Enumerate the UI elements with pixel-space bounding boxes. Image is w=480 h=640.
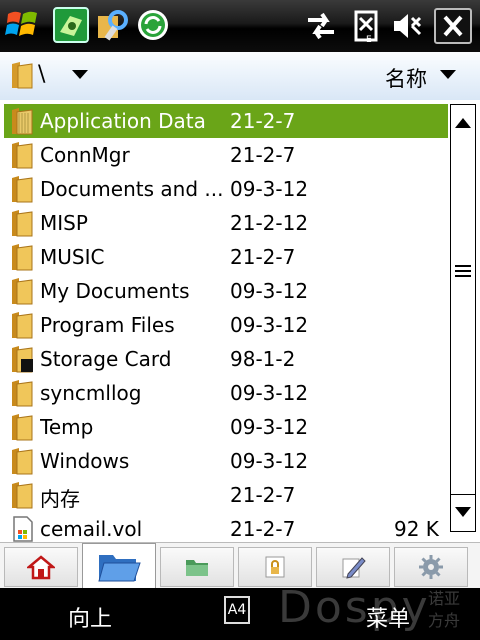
file-date: 21-2-7 [230,109,296,133]
watermark-cn-top: 诺亚 [428,589,461,608]
file-row[interactable]: Windows 09-3-12 [4,444,448,478]
file-row[interactable]: Storage Card 98-1-2 [4,342,448,376]
file-row[interactable]: MISP 21-2-12 [4,206,448,240]
folder-icon [10,413,36,441]
current-path[interactable]: \ [38,62,45,87]
tab-edit[interactable] [316,547,390,587]
file-date: 98-1-2 [230,347,296,371]
file-icon [10,515,36,543]
file-row[interactable]: Application Data 21-2-7 [4,104,448,138]
file-row[interactable]: syncmllog 09-3-12 [4,376,448,410]
watermark-cn-bottom: 方舟 [428,611,461,630]
path-bar: \ 名称 [0,52,480,101]
file-name: MUSIC [40,245,105,269]
file-date: 21-2-12 [230,211,309,235]
file-date: 09-3-12 [230,415,309,439]
file-name: Program Files [40,313,175,337]
file-row[interactable]: Temp 09-3-12 [4,410,448,444]
file-name: 内存 [40,487,80,511]
file-date: 09-3-12 [230,313,309,337]
file-row[interactable]: 内存 21-2-7 [4,478,448,512]
file-row[interactable]: ConnMgr 21-2-7 [4,138,448,172]
file-list: Application Data 21-2-7 ConnMgr 21-2-7 Doc… [0,100,480,542]
tab-lock[interactable] [238,547,312,587]
file-row[interactable]: MUSIC 21-2-7 [4,240,448,274]
file-row[interactable]: cemail.vol 21-2-7 92 K [4,512,448,546]
file-date: 09-3-12 [230,449,309,473]
file-date: 09-3-12 [230,279,309,303]
scroll-thumb[interactable] [451,143,475,426]
up-softkey[interactable]: 向上 [68,601,112,633]
storage-card-folder-icon [10,345,36,373]
scroll-track[interactable] [451,425,475,495]
input-panel-button[interactable]: A4 [224,596,250,624]
file-name: ConnMgr [40,143,130,167]
title-bar: E [0,0,480,52]
vertical-scrollbar[interactable] [450,104,476,532]
file-name: Windows [40,449,130,473]
file-date: 21-2-7 [230,143,296,167]
file-name: MISP [40,211,88,235]
folder-icon [10,141,36,169]
file-name: Temp [40,415,94,439]
softkey-bar: Dospy 诺亚 方舟 向上 A4 菜单 [0,582,480,640]
file-date: 21-2-7 [230,245,296,269]
close-button[interactable] [434,8,472,44]
folder-icon [10,447,36,475]
path-dropdown-icon[interactable] [72,70,88,79]
scroll-grip-icon [455,265,471,277]
sort-by-label[interactable]: 名称 [385,63,427,93]
file-name: Documents and ... [40,177,224,201]
file-date: 21-2-7 [230,517,296,541]
file-name: My Documents [40,279,190,303]
sync-app-icon[interactable] [134,6,172,44]
file-name: Application Data [40,109,206,133]
folder-icon [10,311,36,339]
tab-gear[interactable] [394,547,468,587]
file-name: cemail.vol [40,517,143,541]
folder-icon [10,481,36,509]
close-icon [443,15,463,37]
scroll-up-button[interactable] [451,105,475,144]
folder-icon [10,277,36,305]
explorer-app-icon[interactable] [52,6,90,44]
signal-icon[interactable]: E [348,8,382,45]
file-row[interactable]: Documents and ... 09-3-12 [4,172,448,206]
search-app-icon[interactable] [94,6,132,44]
folder-icon [10,175,36,203]
sort-dropdown-icon[interactable] [440,70,456,79]
tab-home[interactable] [4,547,78,587]
connectivity-icon[interactable] [304,8,338,44]
windows-start-icon[interactable] [4,6,42,44]
folder-icon [10,209,36,237]
file-date: 09-3-12 [230,381,309,405]
folder-icon [10,379,36,407]
menu-softkey[interactable]: 菜单 [366,601,410,633]
watermark-cn: 诺亚 方舟 [428,588,460,632]
file-date: 09-3-12 [230,177,309,201]
folder-icon [10,243,36,271]
file-date: 21-2-7 [230,483,296,507]
scroll-down-button[interactable] [451,494,475,531]
file-row[interactable]: Program Files 09-3-12 [4,308,448,342]
folder-icon [10,107,36,135]
file-row[interactable]: My Documents 09-3-12 [4,274,448,308]
svg-text:E: E [366,35,372,44]
folder-icon[interactable] [10,60,36,90]
volume-icon[interactable] [390,8,424,44]
file-name: syncmllog [40,381,142,405]
tab-open-folder[interactable] [82,543,156,589]
file-name: Storage Card [40,347,172,371]
file-size: 92 K [394,517,439,541]
tab-folder-green[interactable] [160,547,234,587]
